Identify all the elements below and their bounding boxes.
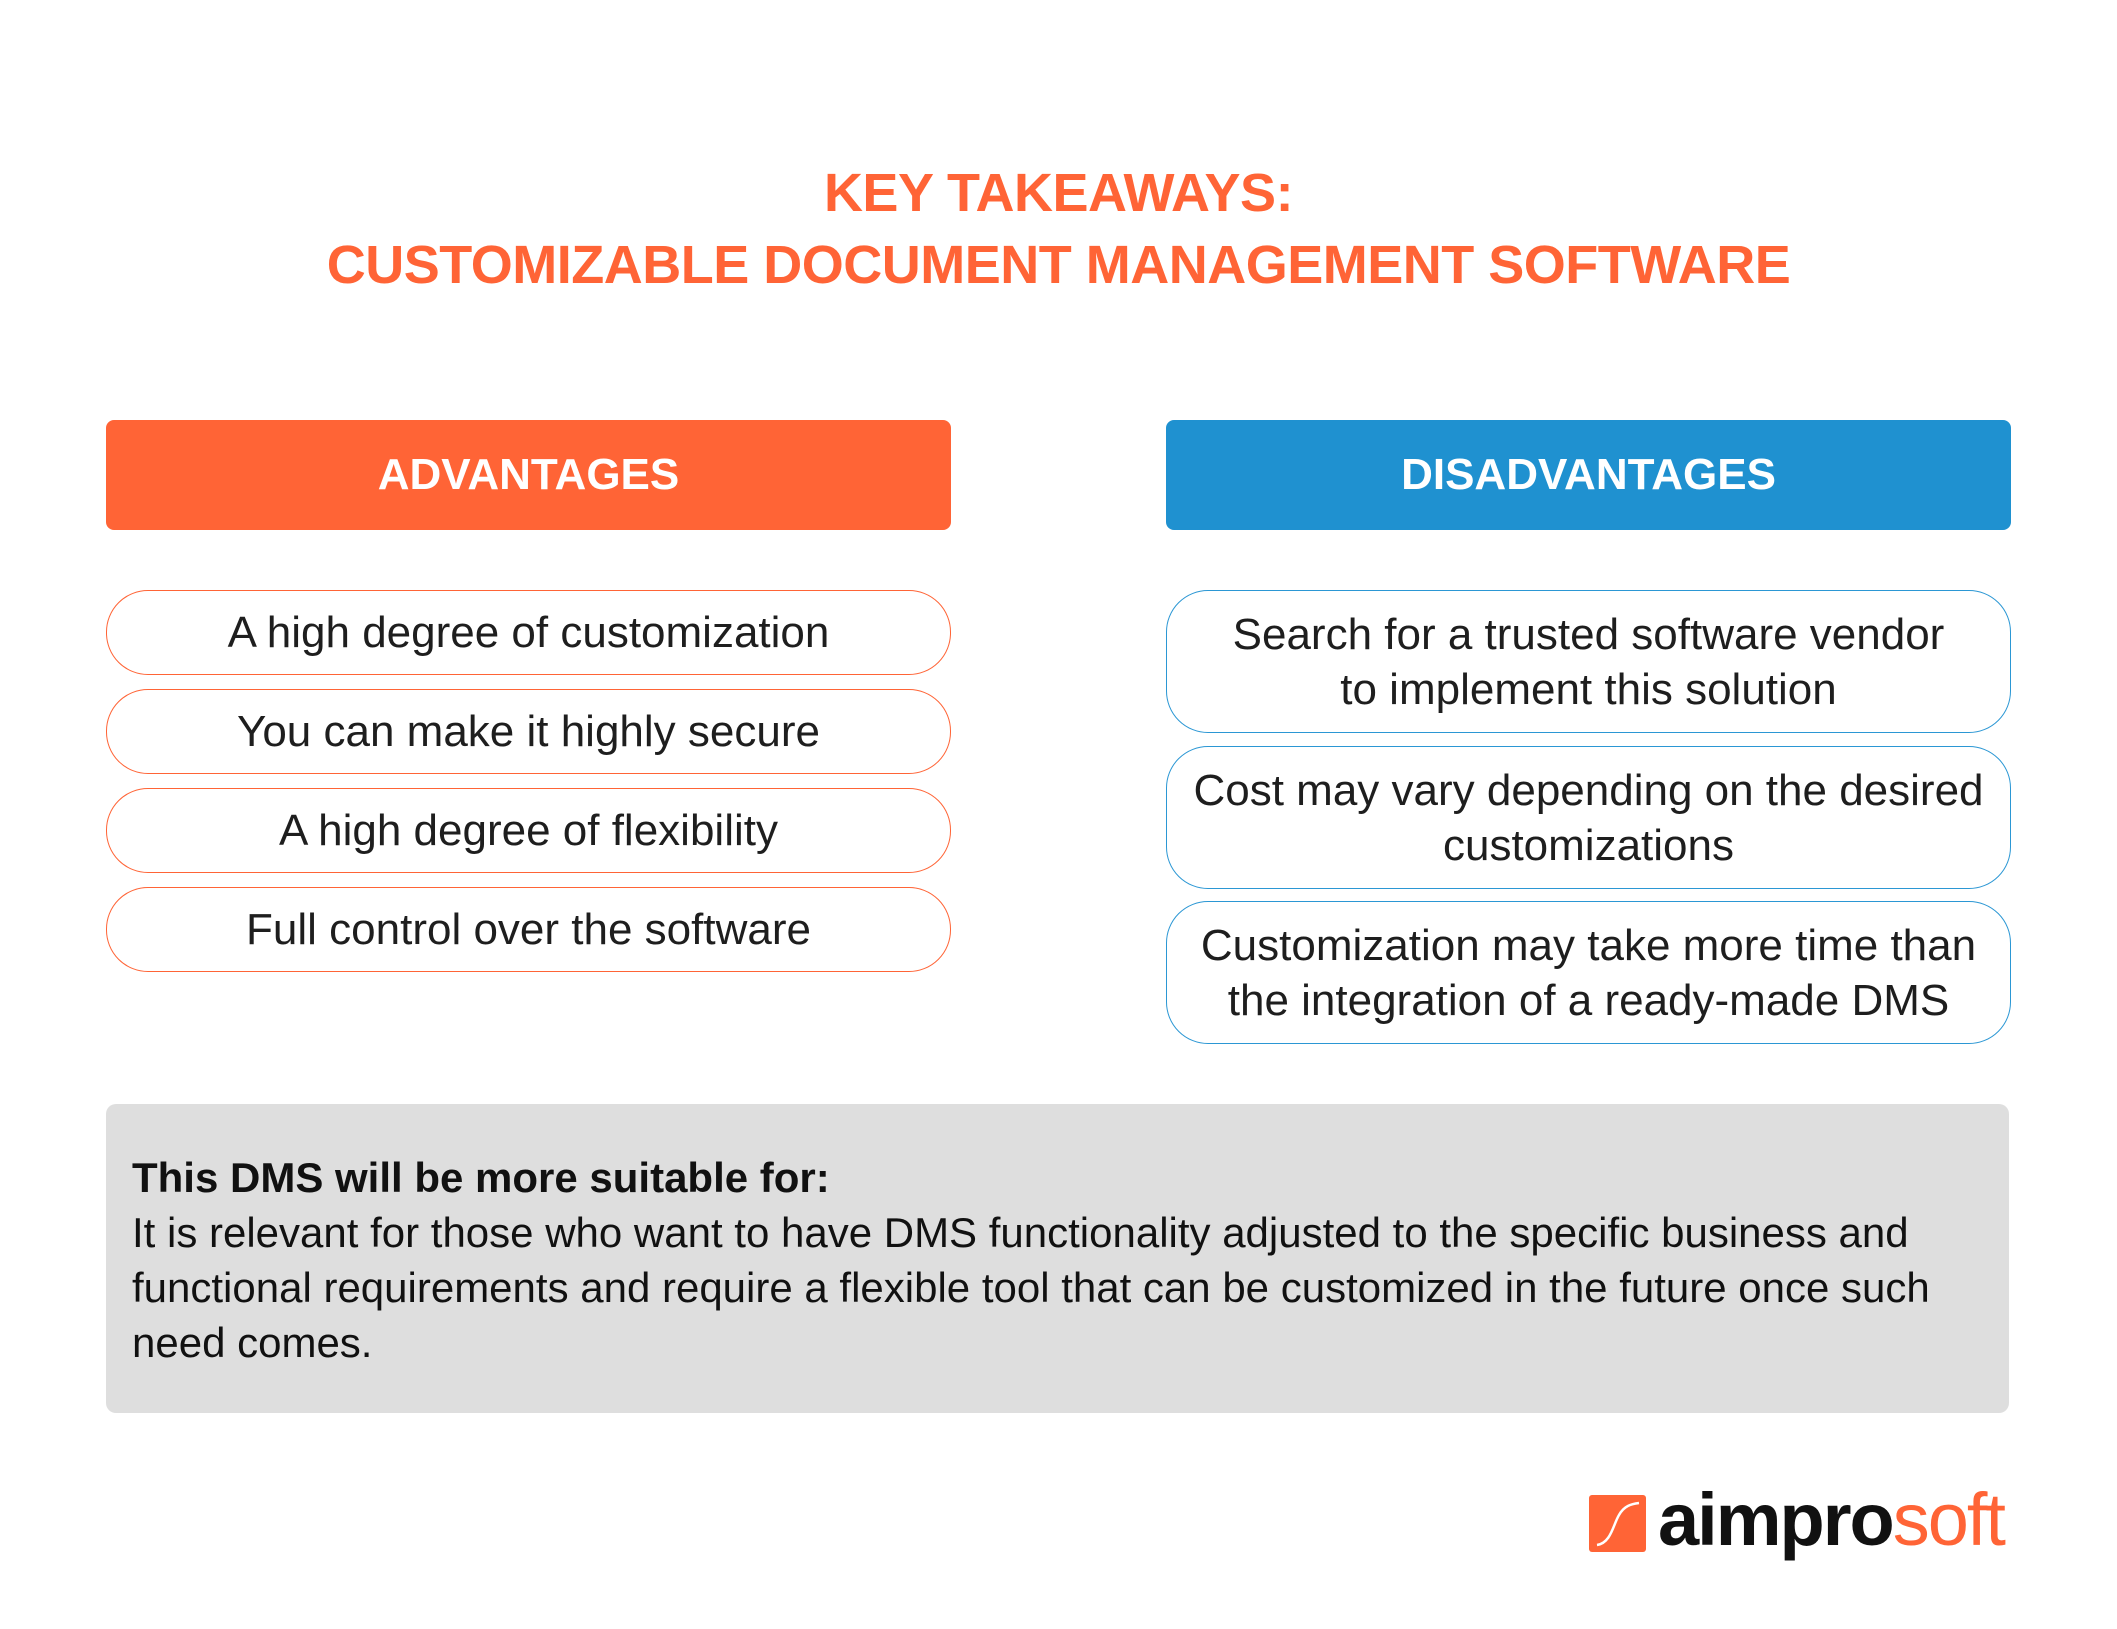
logo-text-light: soft (1892, 1478, 2006, 1561)
note-body: It is relevant for those who want to hav… (132, 1209, 1930, 1366)
page-title-line-1: KEY TAKEAWAYS: (823, 163, 1294, 223)
advantages-header: ADVANTAGES (106, 420, 951, 530)
logo-wordmark: aimprosoft (1658, 1478, 2006, 1561)
advantage-item: You can make it highly secure (106, 689, 951, 774)
logo-mark-icon (1589, 1494, 1646, 1552)
logo-text-bold: aimpro (1658, 1478, 1895, 1561)
advantage-item: Full control over the software (106, 887, 951, 972)
disadvantage-item: Cost may vary depending on the desired c… (1166, 746, 2011, 889)
note-title: This DMS will be more suitable for: (132, 1154, 830, 1201)
disadvantage-item: Customization may take more time than th… (1166, 901, 2011, 1044)
suitability-note: This DMS will be more suitable for: It i… (106, 1104, 2009, 1413)
page-title-line-2: CUSTOMIZABLE DOCUMENT MANAGEMENT SOFTWAR… (326, 235, 1791, 295)
advantage-item: A high degree of customization (106, 590, 951, 675)
disadvantage-item: Search for a trusted software vendor to … (1166, 590, 2011, 733)
aimprosoft-logo: aimprosoft (1589, 1478, 2006, 1561)
disadvantages-header: DISADVANTAGES (1166, 420, 2011, 530)
advantage-item: A high degree of flexibility (106, 788, 951, 873)
